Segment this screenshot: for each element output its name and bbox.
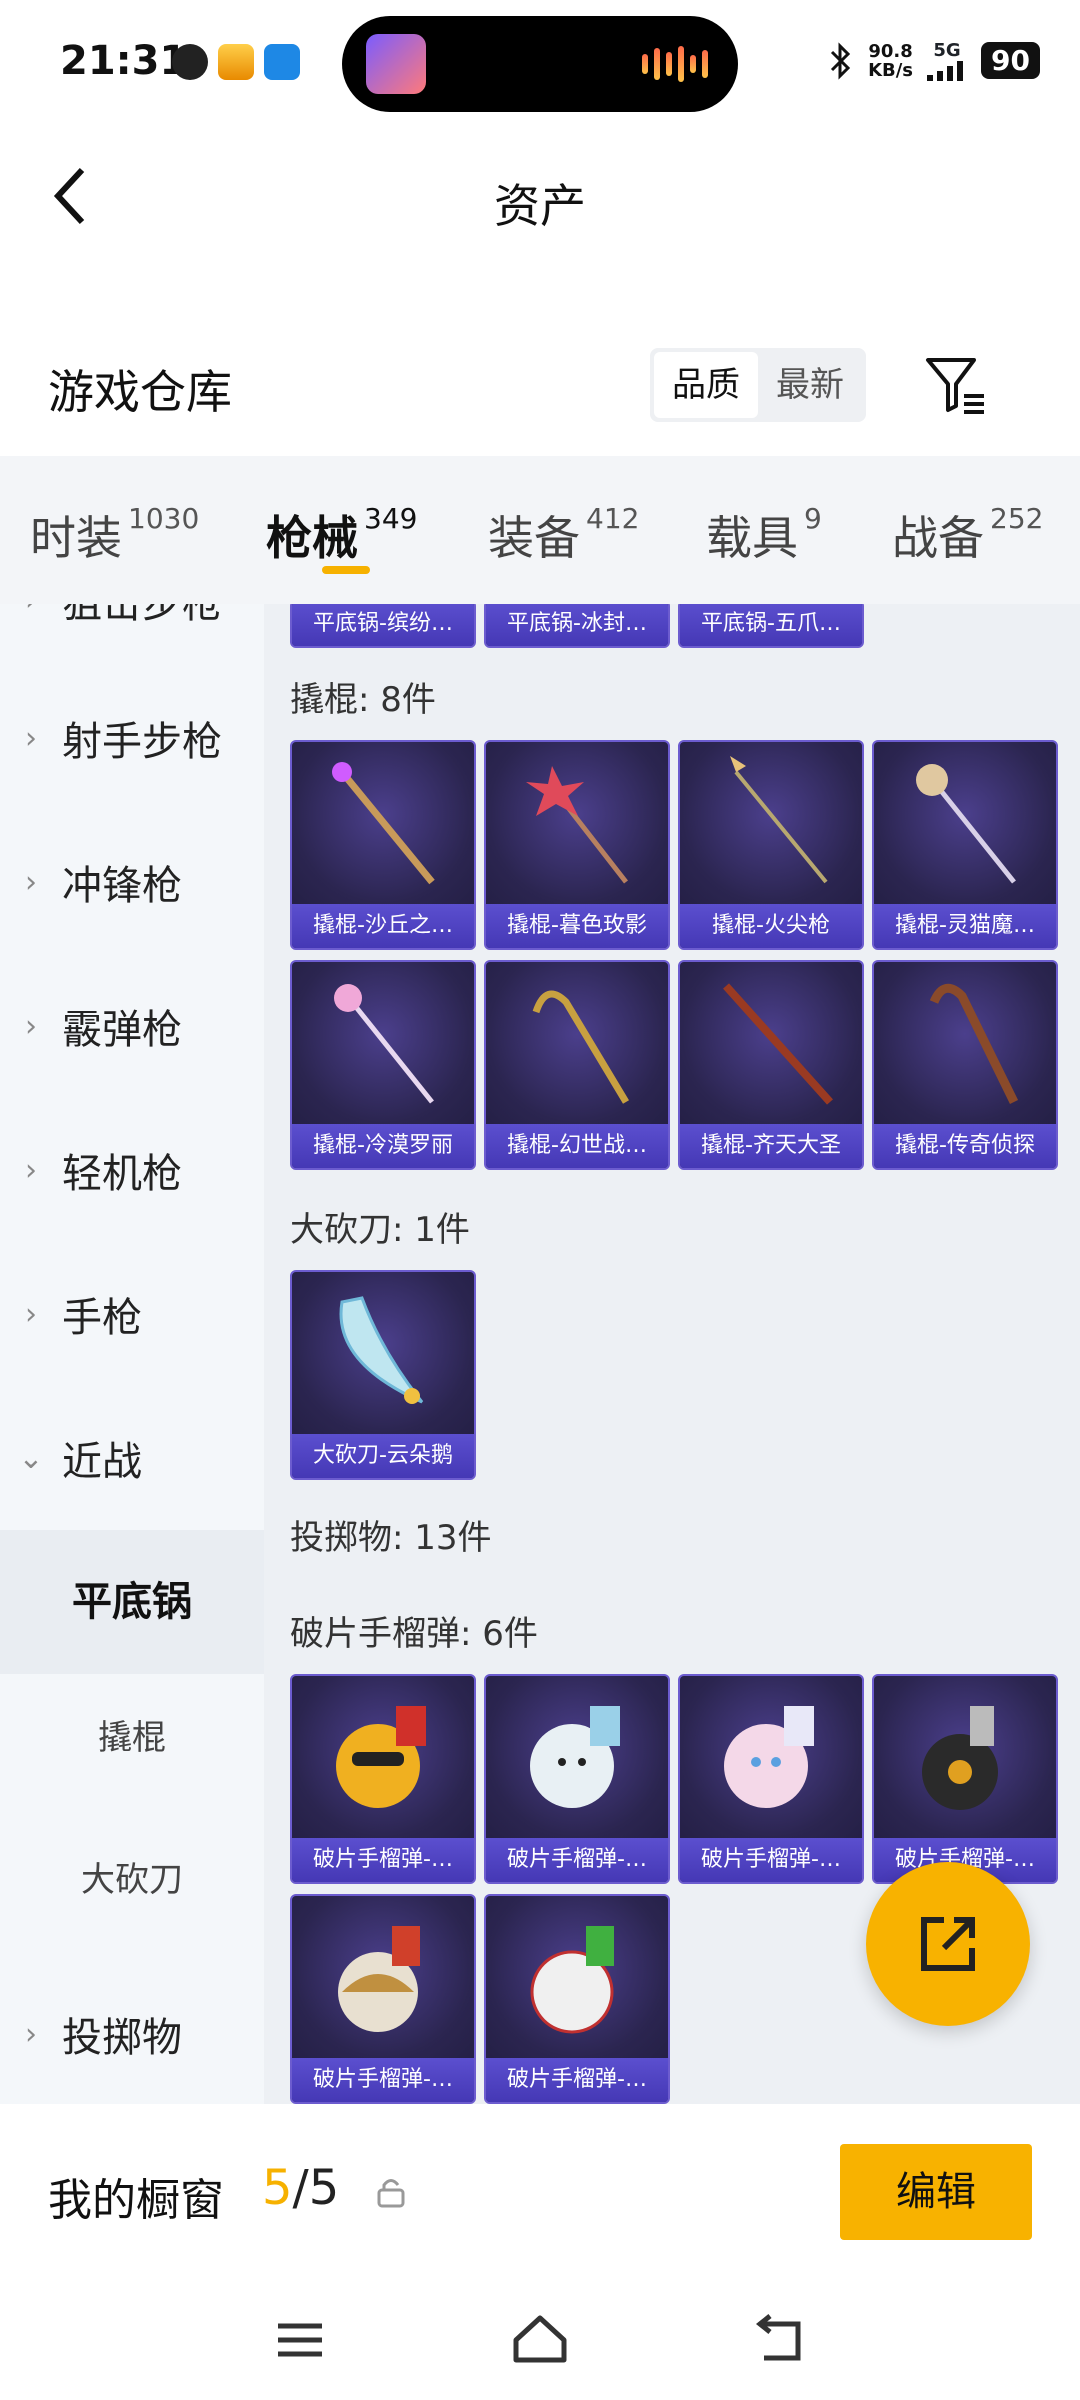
page-title: 资产 xyxy=(494,179,586,233)
media-avatar-icon xyxy=(366,34,426,94)
signal-indicator: 5G xyxy=(927,40,967,81)
edit-button[interactable]: 编辑 xyxy=(840,2144,1032,2240)
grenade-lion-icon xyxy=(338,1926,420,2032)
sidebar-item-throwables[interactable]: › 投掷物 xyxy=(0,1994,264,2074)
home-icon[interactable] xyxy=(510,2310,570,2370)
battery-level: 90 xyxy=(981,42,1040,79)
section-header-frag-grenade: 破片手榴弹: 6件 xyxy=(290,1614,538,1654)
chevron-right-icon: › xyxy=(25,2016,37,2052)
chevron-right-icon: › xyxy=(25,720,37,756)
sidebar-item-partial[interactable]: ›狙击步枪 xyxy=(0,604,264,640)
share-icon xyxy=(921,1917,975,1971)
status-right: 90.8 KB/s 5G 90 xyxy=(828,40,1040,81)
tab-fashion[interactable]: 时装 1030 xyxy=(30,502,199,568)
grenade-white-icon xyxy=(530,1926,614,2034)
category-tabs: 时装 1030 枪械 349 装备 412 载具 9 战备 252 xyxy=(0,456,1080,604)
chevron-right-icon: › xyxy=(0,604,62,618)
sidebar-item-pistol[interactable]: › 手枪 xyxy=(0,1274,264,1354)
item-card[interactable]: 撬棍-火尖枪 xyxy=(678,740,864,950)
item-card[interactable]: 平底锅-缤纷… xyxy=(290,604,476,648)
weapon-category-sidebar: ›狙击步枪 ›射手步枪 ›冲锋枪 ›霰弹枪 ›轻机枪 ›手枪 ⌄近战 平底锅 撬… xyxy=(0,604,264,2104)
chevron-right-icon: › xyxy=(25,1152,37,1188)
item-card[interactable]: 破片手榴弹-… xyxy=(484,1674,670,1884)
tab-vehicles[interactable]: 载具 9 xyxy=(706,502,822,568)
item-card[interactable]: 破片手榴弹-… xyxy=(484,1894,670,2104)
section-header-machete: 大砍刀: 1件 xyxy=(290,1210,470,1250)
item-card[interactable]: 破片手榴弹-… xyxy=(678,1674,864,1884)
filter-icon xyxy=(926,358,984,414)
warehouse-title: 游戏仓库 xyxy=(48,365,232,419)
section-header-throwables: 投掷物: 13件 xyxy=(290,1518,492,1558)
menu-icon[interactable] xyxy=(270,2310,330,2370)
net-speed: 90.8 KB/s xyxy=(868,40,914,81)
chevron-right-icon: › xyxy=(25,1008,37,1044)
active-tab-indicator xyxy=(322,566,370,574)
grenade-snowman-icon xyxy=(530,1706,620,1808)
crowbar-rose-icon xyxy=(526,766,628,884)
crowbar-spear-icon xyxy=(730,756,828,884)
share-button[interactable] xyxy=(866,1862,1030,2026)
chevron-right-icon: › xyxy=(25,864,37,900)
lock-icon xyxy=(377,2179,405,2208)
tab-guns[interactable]: 枪械 349 xyxy=(266,502,417,568)
sidebar-item-marksman-rifle[interactable]: › 射手步枪 xyxy=(0,698,264,778)
item-card[interactable]: 撬棍-齐天大圣 xyxy=(678,960,864,1170)
tab-equipment[interactable]: 装备 412 xyxy=(488,502,639,568)
item-card[interactable]: 破片手榴弹-… xyxy=(872,1674,1058,1884)
status-bar: 21:31 90.8 KB/s 5G 90 xyxy=(0,0,1080,130)
sidebar-item-smg[interactable]: › 冲锋枪 xyxy=(0,842,264,922)
section-header-crowbar: 撬棍: 8件 xyxy=(290,680,436,720)
crowbar-umbrella-icon xyxy=(929,983,1019,1104)
sidebar-sub-pan[interactable]: 平底锅 xyxy=(0,1530,264,1674)
grenade-pink-icon xyxy=(724,1706,814,1808)
showcase-count: 5/5 xyxy=(262,2160,340,2216)
crowbar-dune-icon xyxy=(332,762,435,885)
showcase-bar: 我的橱窗 5/5 编辑 xyxy=(0,2104,1080,2284)
sort-quality[interactable]: 品质 xyxy=(654,352,758,418)
notification-icon xyxy=(172,44,208,80)
item-card[interactable]: 破片手榴弹-… xyxy=(290,1894,476,2104)
system-navigation-bar xyxy=(0,2284,1080,2400)
item-card[interactable]: 平底锅-五爪… xyxy=(678,604,864,648)
sidebar-item-lmg[interactable]: › 轻机枪 xyxy=(0,1130,264,1210)
hotspot-icon xyxy=(264,44,300,80)
back-icon[interactable] xyxy=(750,2310,810,2370)
machete-goose-icon xyxy=(339,1296,424,1404)
item-card[interactable]: 平底锅-冰封… xyxy=(484,604,670,648)
sort-toggle: 品质 最新 xyxy=(650,348,866,422)
status-time: 21:31 xyxy=(60,38,188,84)
item-card[interactable]: 大砍刀-云朵鹅 xyxy=(290,1270,476,1480)
crowbar-cat-staff-icon xyxy=(916,764,1016,884)
crowbar-cane-icon xyxy=(532,990,630,1104)
filter-button[interactable] xyxy=(920,350,990,420)
crowbar-lolita-icon xyxy=(334,984,434,1104)
game-app-icon xyxy=(218,44,254,80)
dynamic-island xyxy=(342,16,738,112)
sidebar-item-shotgun[interactable]: › 霰弹枪 xyxy=(0,986,264,1066)
tab-combat-gear[interactable]: 战备 252 xyxy=(892,502,1043,568)
item-card[interactable]: 撬棍-沙丘之… xyxy=(290,740,476,950)
chevron-right-icon: › xyxy=(25,1296,37,1332)
showcase-label: 我的橱窗 xyxy=(48,2175,224,2226)
chevron-down-icon: ⌄ xyxy=(18,1440,44,1476)
sort-latest[interactable]: 最新 xyxy=(758,352,862,418)
item-card[interactable]: 撬棍-幻世战… xyxy=(484,960,670,1170)
item-card[interactable]: 撬棍-冷漠罗丽 xyxy=(290,960,476,1170)
signal-icon xyxy=(927,61,964,81)
item-card[interactable]: 撬棍-暮色玫影 xyxy=(484,740,670,950)
item-card[interactable]: 破片手榴弹-… xyxy=(290,1674,476,1884)
item-card[interactable]: 撬棍-传奇侦探 xyxy=(872,960,1058,1170)
sidebar-sub-machete[interactable]: 大砍刀 xyxy=(0,1852,264,1901)
grenade-emoji-icon xyxy=(336,1706,426,1808)
sidebar-sub-crowbar[interactable]: 撬棍 xyxy=(0,1710,264,1759)
audio-wave-icon xyxy=(642,46,708,82)
grenade-dark-icon xyxy=(922,1706,998,1810)
bluetooth-icon xyxy=(831,41,851,80)
crowbar-staff-icon xyxy=(723,983,833,1105)
item-card[interactable]: 撬棍-灵猫魔… xyxy=(872,740,1058,950)
sidebar-item-melee[interactable]: ⌄ 近战 xyxy=(0,1418,264,1498)
